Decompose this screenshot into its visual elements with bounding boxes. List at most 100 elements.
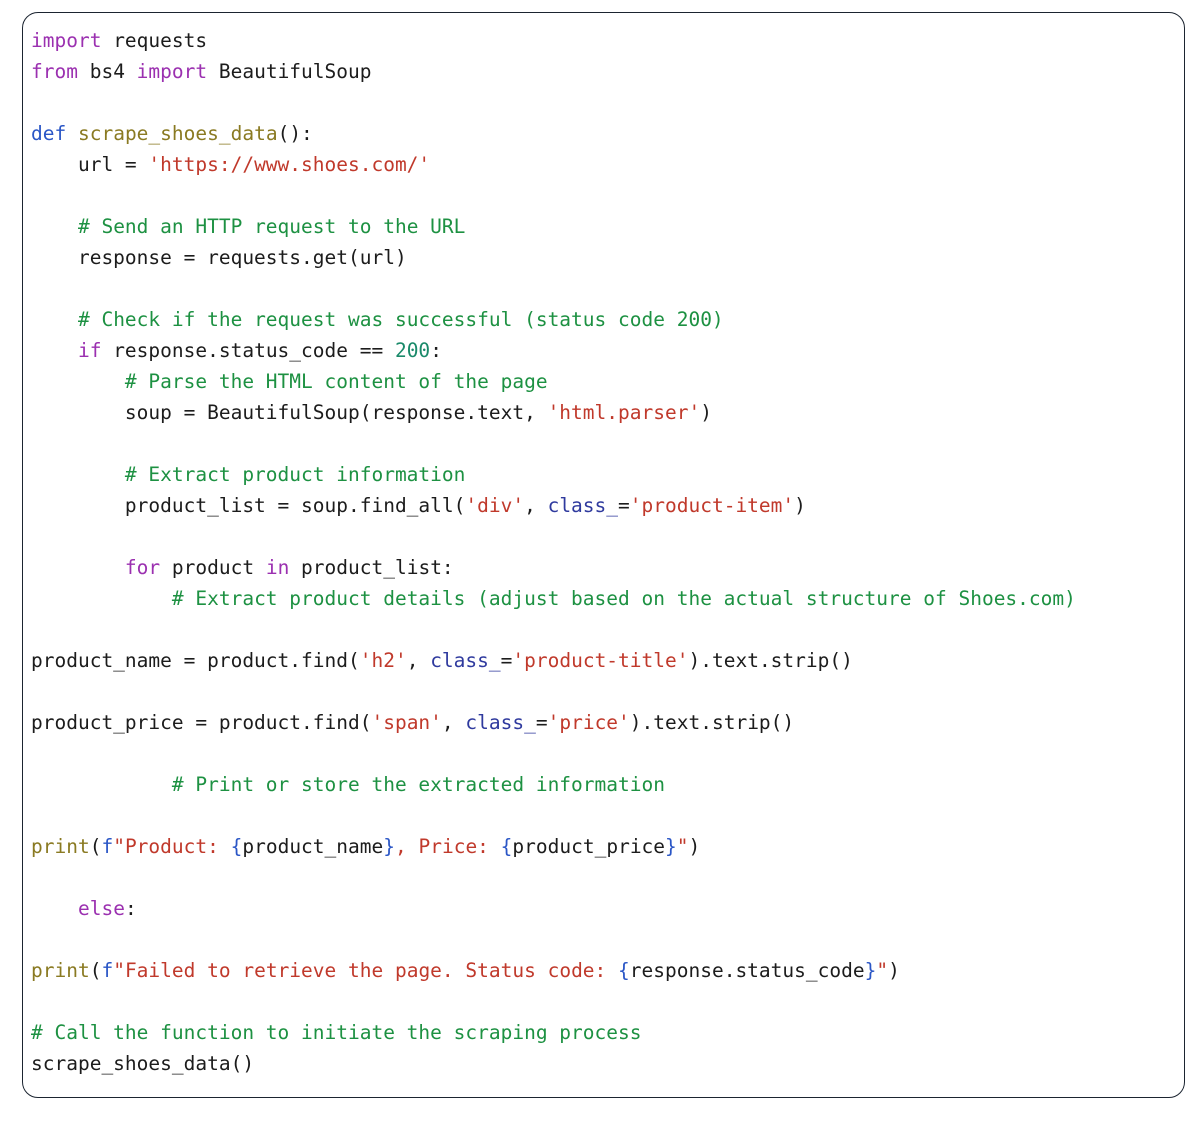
code-token-str: 'h2' [359,649,407,672]
code-token-plain: = [618,494,630,517]
code-token-plain: product_name = product.find( [31,649,360,672]
code-token-plain: , [441,711,466,734]
code-line: import requests [31,25,1184,56]
code-line: print(f"Product: {product_name}, Price: … [31,831,1184,862]
code-token-plain: product [160,556,266,579]
code-token-kw: for [124,556,161,579]
code-line: soup = BeautifulSoup(response.text, 'htm… [31,397,1184,428]
code-line: product_price = product.find('span', cla… [31,707,1184,738]
code-line: product_list = soup.find_all('div', clas… [31,490,1184,521]
code-token-str: "Product: [113,835,231,858]
code-token-brace: { [500,835,513,858]
code-token-plain: ( [89,959,102,982]
code-token-cmt: # Extract product details (adjust based … [171,587,1076,610]
code-token-plain: ) [794,494,806,517]
code-token-plain: product_price [512,835,666,858]
code-token-str: 'product-title' [512,649,689,672]
code-token-kw: import [31,29,102,52]
code-content[interactable]: import requests from bs4 import Beautiful… [31,25,1184,1097]
code-token-plain: response.status_code [629,959,865,982]
code-token-brace: { [618,959,630,982]
code-line: print(f"Failed to retrieve the page. Sta… [31,955,1184,986]
code-token-fn: print [31,959,90,982]
code-token-str: " [876,959,889,982]
code-token-plain: product_name [242,835,384,858]
code-line: # Parse the HTML content of the page [31,366,1184,397]
code-line: def scrape_shoes_data(): [31,118,1184,149]
code-token-str: 'price' [547,711,630,734]
code-token-plain: requests [101,29,208,52]
code-token-plain: url = [31,153,149,176]
code-token-plain: : [124,897,137,920]
code-line: # Extract product information [31,459,1184,490]
code-line: # Extract product details (adjust based … [31,583,1184,614]
code-token-def: def [31,122,67,145]
code-line: # Print or store the extracted informati… [31,769,1184,800]
code-token-str: 'https://www.shoes.com/' [148,153,431,176]
code-token-fprefix: f [101,959,114,982]
code-token-fn: print [31,835,90,858]
code-token-plain: bs4 [77,60,137,83]
code-token-kw: import [136,60,208,83]
code-token-kwarg: class_ [430,649,501,672]
code-token-str: 'div' [465,494,525,517]
code-line: scrape_shoes_data() [31,1048,1184,1079]
code-token-plain: scrape_shoes_data() [31,1052,255,1075]
code-token-brace: { [230,835,243,858]
code-token-plain: , [406,649,431,672]
code-token-cmt: # Parse the HTML content of the page [124,370,548,393]
code-token-plain: ) [888,959,900,982]
code-line: # Send an HTTP request to the URL [31,211,1184,242]
code-token-plain: = [535,711,548,734]
code-token-cmt: # Extract product information [124,463,466,486]
code-token-cmt: # Send an HTTP request to the URL [77,215,466,238]
code-token-str: 'product-item' [629,494,795,517]
code-block-card: import requests from bs4 import Beautiful… [22,12,1185,1098]
code-token-plain: response = requests.get(url) [31,246,407,269]
code-token-str: "Failed to retrieve the page. Status cod… [113,959,619,982]
code-token-plain: product_list: [289,556,454,579]
code-token-fn: scrape_shoes_data [77,122,278,145]
code-token-cmt: # Print or store the extracted informati… [171,773,665,796]
code-line: for product in product_list: [31,552,1184,583]
code-token-kwarg: class_ [465,711,536,734]
code-token-plain: ).text.strip() [629,711,795,734]
code-token-plain: product_list = soup.find_all( [31,494,466,517]
code-line: from bs4 import BeautifulSoup [31,56,1184,87]
code-line: response = requests.get(url) [31,242,1184,273]
code-line: else: [31,893,1184,924]
code-token-plain: , [524,494,548,517]
code-token-kwarg: class_ [547,494,619,517]
code-line: url = 'https://www.shoes.com/' [31,149,1184,180]
code-token-plain: : [430,339,442,362]
code-token-kw: if [77,339,102,362]
code-line: if response.status_code == 200: [31,335,1184,366]
code-token-str: 'span' [371,711,442,734]
code-token-fprefix: f [101,835,114,858]
code-token-kw: else [77,897,125,920]
code-token-brace: } [864,959,877,982]
code-token-plain: (): [277,122,313,145]
code-token-brace: } [383,835,395,858]
code-token-plain: = [500,649,513,672]
